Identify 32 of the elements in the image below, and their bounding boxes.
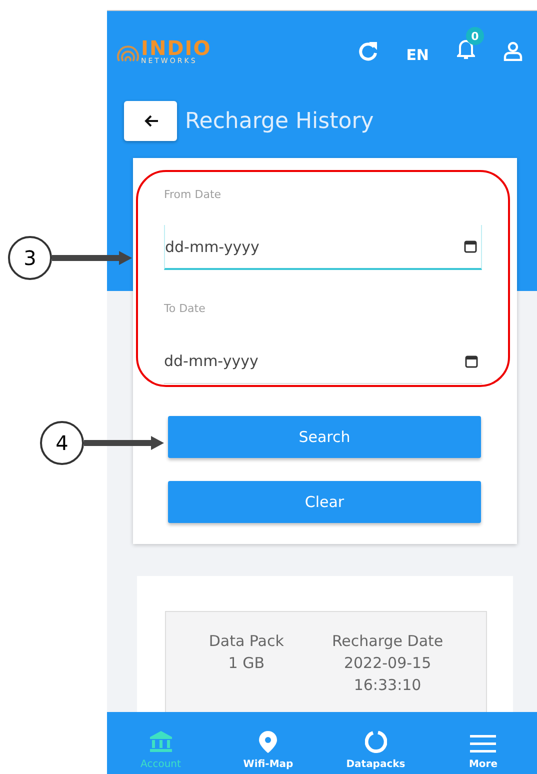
back-arrow-icon	[144, 115, 158, 127]
location-pin-icon	[259, 731, 278, 753]
column-value: 16:33:10	[354, 676, 422, 694]
menu-icon	[470, 735, 496, 753]
nav-tab[interactable]: Wifi-Map	[214, 712, 322, 774]
notification-badge: 0	[466, 27, 484, 45]
back-button[interactable]	[124, 101, 177, 141]
date-field[interactable]: dd-mm-yyyy	[164, 225, 482, 270]
nav-tab[interactable]: Account	[107, 712, 214, 774]
bell-icon[interactable]	[457, 39, 475, 59]
clear-button[interactable]: Clear	[168, 481, 481, 523]
column-heading: Recharge Date	[332, 632, 444, 650]
field-label: To Date	[164, 302, 206, 315]
calendar-icon[interactable]	[464, 240, 477, 253]
page-title: Recharge History	[185, 108, 374, 134]
user-icon[interactable]	[503, 41, 523, 61]
column-value: 2022-09-15	[344, 654, 432, 672]
nav-tab[interactable]: More	[430, 712, 537, 774]
date-field[interactable]: dd-mm-yyyy	[164, 339, 482, 384]
logo-name: INDIO	[141, 38, 212, 58]
language-selector[interactable]: EN	[406, 46, 429, 64]
field-label: From Date	[164, 188, 222, 201]
nav-tab[interactable]: Datapacks	[322, 712, 430, 774]
column-value: 1 GB	[228, 654, 264, 672]
callout-number: 4	[40, 421, 84, 465]
callout-number: 3	[8, 236, 52, 280]
calendar-icon[interactable]	[465, 354, 478, 368]
bank-icon	[148, 731, 173, 753]
column-heading: Data Pack	[208, 632, 284, 650]
refresh-icon[interactable]	[358, 41, 378, 61]
search-button[interactable]: Search	[168, 416, 481, 458]
ring-icon	[364, 731, 387, 753]
